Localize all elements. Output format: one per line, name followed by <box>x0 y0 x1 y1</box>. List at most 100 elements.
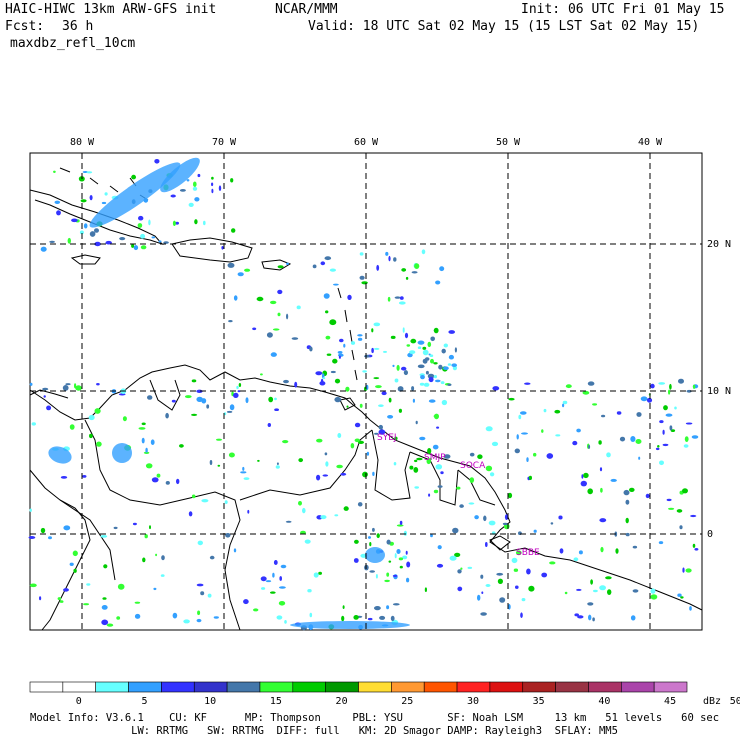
echo-cell <box>140 245 147 250</box>
echo-cell <box>526 568 531 575</box>
echo-cell <box>103 564 108 569</box>
echo-cell <box>403 530 407 536</box>
echo-cell <box>425 370 429 375</box>
echo-cell <box>101 201 107 205</box>
echo-cell <box>541 429 544 433</box>
echo-cell <box>398 557 404 561</box>
echo-cell <box>276 615 283 620</box>
echo-cell <box>489 472 495 477</box>
echo-cell <box>403 370 408 376</box>
echo-cell <box>359 403 363 408</box>
echo-cell <box>414 459 418 463</box>
echo-cell <box>312 264 317 269</box>
echo-cell <box>309 346 313 352</box>
echo-cell <box>59 600 64 603</box>
echo-cell <box>629 487 635 492</box>
echo-cell <box>338 355 341 359</box>
echo-cell <box>336 464 343 469</box>
echo-cell <box>600 487 603 493</box>
echo-cell <box>282 440 289 444</box>
echo-cell <box>430 336 436 342</box>
colorbar-swatch <box>588 681 622 693</box>
echo-cell <box>437 545 442 550</box>
echo-cell <box>357 334 363 337</box>
colorbar-tick-label: 30 <box>467 696 479 707</box>
echo-cell <box>240 471 247 474</box>
echo-cell <box>485 426 493 432</box>
echo-cell <box>658 541 664 545</box>
echo-cell <box>156 473 161 478</box>
echo-cell <box>224 500 228 504</box>
echo-cell <box>587 602 594 606</box>
echo-cell <box>338 353 344 357</box>
echo-cell <box>216 438 222 441</box>
echo-cell <box>89 231 96 237</box>
echo-cell <box>601 414 606 418</box>
colorbar-swatch <box>358 681 392 693</box>
echo-cell <box>433 327 439 334</box>
echo-cell <box>650 588 656 594</box>
echo-cell <box>625 499 630 505</box>
echo-cell <box>296 305 301 310</box>
colorbar-swatch <box>653 681 688 693</box>
echo-cell <box>440 471 444 475</box>
echo-cell <box>48 536 52 540</box>
echo-cell <box>396 524 404 527</box>
echo-cell <box>86 171 93 174</box>
echo-cell <box>388 560 392 563</box>
echo-cell <box>511 557 518 564</box>
echo-cell <box>386 539 391 545</box>
echo-cell <box>499 597 506 603</box>
echo-cell <box>353 558 359 563</box>
echo-cell <box>414 486 420 489</box>
echo-cell <box>508 397 515 401</box>
echo-cell <box>165 481 170 485</box>
echo-cell <box>209 460 213 465</box>
colorbar-tick-label: 0 <box>76 696 82 707</box>
echo-cell <box>122 416 127 422</box>
echo-cell <box>359 252 364 256</box>
echo-cell <box>477 594 481 601</box>
echo-cell <box>481 591 484 594</box>
echo-cell <box>334 514 339 517</box>
echo-cell <box>433 415 439 418</box>
echo-cell <box>598 440 602 445</box>
echo-cell <box>480 574 484 579</box>
echo-cell <box>86 583 91 586</box>
echo-cell <box>196 583 204 587</box>
echo-cell <box>233 548 237 553</box>
station-syej: SYEJ <box>377 433 397 443</box>
echo-cell <box>276 462 279 466</box>
echo-cell <box>285 520 292 523</box>
echo-cell <box>492 386 500 391</box>
echo-cell <box>154 159 160 164</box>
colorbar-swatch <box>522 681 556 693</box>
echo-cell <box>67 237 72 244</box>
echo-cell <box>393 257 397 262</box>
echo-cell <box>62 385 69 391</box>
lon-label-60w: 60 W <box>354 137 379 148</box>
echo-cell <box>574 613 579 617</box>
echo-cell <box>386 572 390 577</box>
echo-cell <box>343 343 346 348</box>
echo-cell <box>420 375 425 380</box>
echo-cell <box>554 409 561 414</box>
echo-cell <box>49 240 55 243</box>
echo-cell <box>160 574 165 577</box>
echo-cell <box>211 188 214 194</box>
echo-cell <box>666 498 672 502</box>
echo-cell <box>43 395 46 398</box>
echo-cell <box>242 466 245 471</box>
echo-cell <box>419 436 426 441</box>
echo-cell <box>353 615 359 620</box>
echo-cell <box>417 346 422 350</box>
station-soca: SOCA <box>460 461 486 471</box>
echo-cell <box>69 424 75 430</box>
echo-cell <box>432 444 439 450</box>
echo-cell <box>376 264 380 271</box>
colorbar-swatch <box>62 681 96 693</box>
echo-cell <box>521 598 526 602</box>
echo-cell <box>277 265 284 269</box>
echo-cell <box>100 535 108 538</box>
map-figure: 80 W 70 W 60 W 50 W 40 W 20 N 10 N 0 SYE… <box>28 137 740 707</box>
